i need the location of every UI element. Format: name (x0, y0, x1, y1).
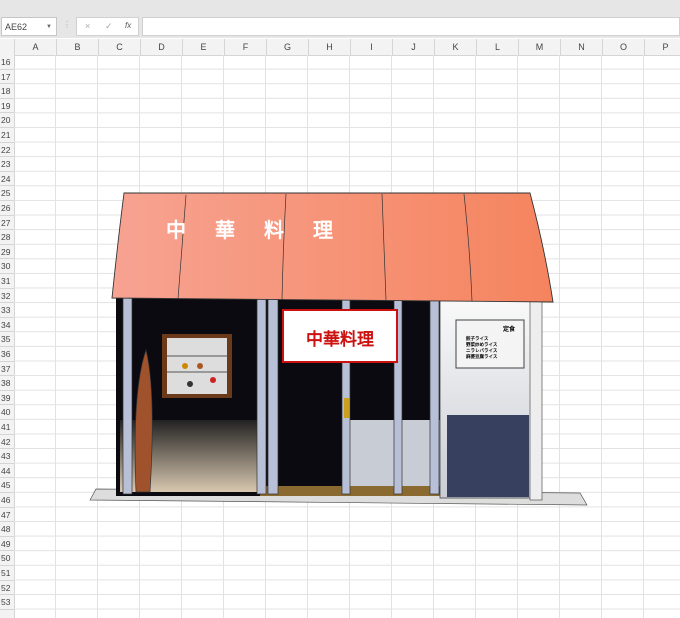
noren-text: 中華料理 (306, 329, 374, 349)
menu-item: 野菜炒めライス (466, 341, 498, 348)
menu-board: 定食 餃子ライス 野菜炒めライス ニラレバライス 麻婆豆腐ライス (455, 319, 525, 369)
restaurant-drawing[interactable]: 定食 餃子ライス 野菜炒めライス ニラレバライス 麻婆豆腐ライス 中華料理 中 … (0, 0, 680, 618)
door-handle (344, 398, 349, 418)
menu-title: 定食 (502, 325, 516, 333)
menu-item: 餃子ライス (466, 335, 489, 342)
awning (111, 192, 554, 303)
awning-char: 理 (313, 220, 333, 242)
door-floor (345, 420, 440, 492)
side-post (529, 299, 543, 501)
floor-strip (260, 486, 450, 496)
awning-char: 中 (166, 218, 186, 242)
awning-char: 料 (264, 219, 284, 242)
noren-curtain: 中華料理 (282, 309, 398, 363)
menu-item: 麻婆豆腐ライス (465, 353, 498, 360)
shutter (447, 415, 529, 497)
display-window (162, 334, 232, 398)
awning-char: 華 (215, 219, 235, 242)
